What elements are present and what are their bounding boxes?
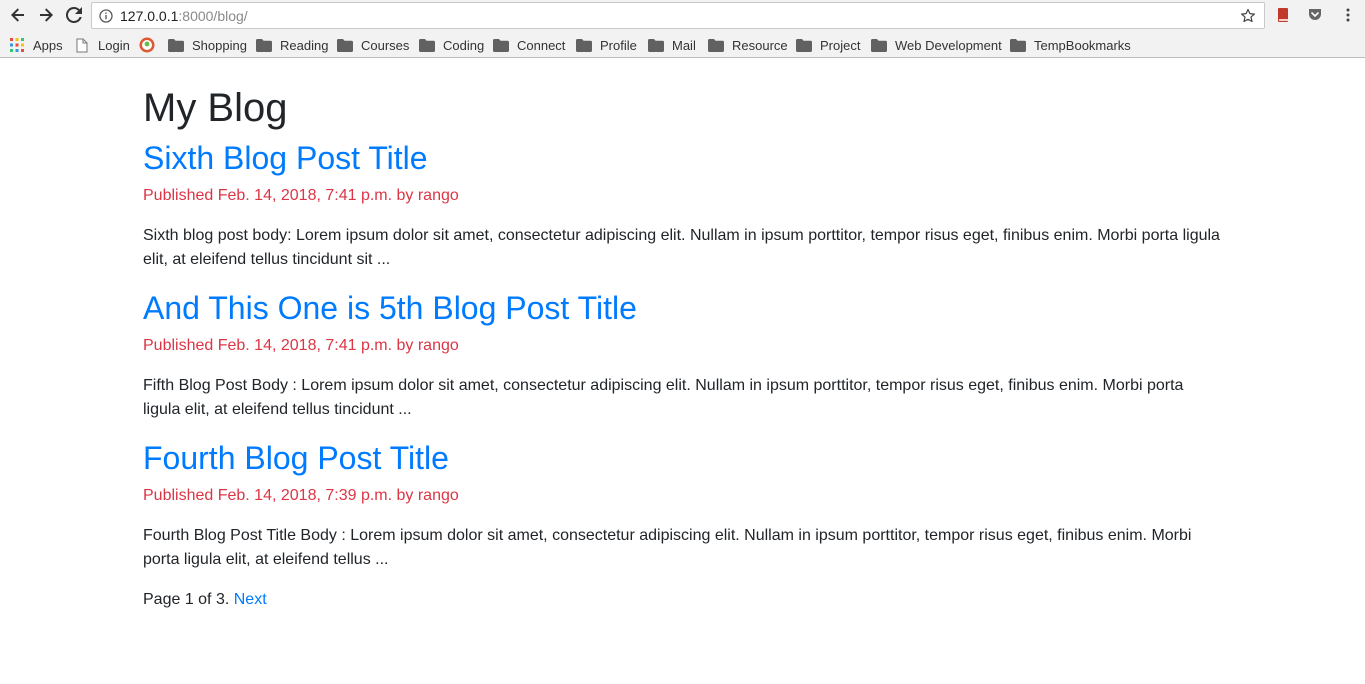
post-title-link[interactable]: And This One is 5th Blog Post Title — [143, 288, 637, 328]
url-host: 127.0.0.1 — [120, 7, 179, 24]
bookmark-folder-reading[interactable]: Reading — [256, 35, 328, 55]
bookmark-folder-shopping[interactable]: Shopping — [168, 35, 247, 55]
bookmark-label: Mail — [672, 37, 696, 53]
bookmark-folder-resource[interactable]: Resource — [708, 35, 788, 55]
bookmark-folder-courses[interactable]: Courses — [337, 35, 409, 55]
url-path: :8000/blog/ — [178, 7, 248, 24]
bookmark-apps[interactable]: Apps — [9, 35, 63, 55]
bookmark-folder-coding[interactable]: Coding — [419, 35, 484, 55]
address-bar[interactable]: 127.0.0.1:8000/blog/ — [91, 2, 1265, 29]
info-icon[interactable] — [92, 3, 120, 28]
forward-arrow-icon — [40, 8, 53, 22]
post-meta: Published Feb. 14, 2018, 7:41 p.m. by ra… — [143, 337, 459, 354]
reload-button[interactable] — [62, 4, 86, 26]
post-body: Sixth blog post body: Lorem ipsum dolor … — [143, 227, 1220, 268]
bookmark-folder-profile[interactable]: Profile — [576, 35, 637, 55]
pagination: Page 1 of 3. Next — [143, 590, 267, 610]
bookmark-label: Coding — [443, 37, 485, 53]
folder-icon — [337, 37, 353, 53]
folder-icon — [168, 37, 184, 53]
bookmark-label: Web Development — [895, 37, 1002, 53]
folder-icon — [419, 37, 435, 53]
post-meta: Published Feb. 14, 2018, 7:41 p.m. by ra… — [143, 187, 459, 204]
bookmark-login[interactable]: Login — [74, 35, 130, 55]
apps-grid-icon — [9, 37, 25, 53]
bookmark-label: Project — [820, 37, 861, 53]
folder-icon — [493, 37, 509, 53]
reload-icon — [66, 7, 82, 23]
next-page-link[interactable]: Next — [234, 591, 267, 608]
duckduckgo-icon — [139, 37, 155, 53]
menu-kebab-icon[interactable] — [1338, 5, 1358, 25]
bookmark-label: Profile — [600, 37, 637, 53]
post-meta: Published Feb. 14, 2018, 7:39 p.m. by ra… — [143, 487, 459, 504]
bookmark-label: Apps — [33, 37, 63, 53]
bookmark-folder-web-development[interactable]: Web Development — [871, 35, 1002, 55]
back-button[interactable] — [6, 4, 30, 26]
bookmark-folder-connect[interactable]: Connect — [493, 35, 565, 55]
bookmark-label: Connect — [517, 37, 566, 53]
pagination-status: Page 1 of 3. — [143, 591, 230, 608]
bookmark-folder-project[interactable]: Project — [796, 35, 860, 55]
url-text[interactable]: 127.0.0.1:8000/blog/ — [120, 8, 248, 24]
post-body: Fifth Blog Post Body : Lorem ipsum dolor… — [143, 377, 1184, 418]
browser-toolbar: 127.0.0.1:8000/blog/ — [0, 0, 1365, 31]
post-title-link[interactable]: Fourth Blog Post Title — [143, 438, 449, 478]
bookmark-label: Login — [98, 37, 130, 53]
page-icon — [74, 37, 90, 53]
bookmark-label: TempBookmarks — [1034, 37, 1131, 53]
folder-icon — [1010, 37, 1026, 53]
folder-icon — [256, 37, 272, 53]
bookmark-label: Resource — [732, 37, 788, 53]
forward-button[interactable] — [34, 4, 58, 26]
bookmark-folder-tempbookmarks[interactable]: TempBookmarks — [1010, 35, 1131, 55]
pocket-icon[interactable] — [1305, 5, 1325, 25]
back-arrow-icon — [11, 8, 24, 22]
folder-icon — [871, 37, 887, 53]
bookmark-label: Shopping — [192, 37, 247, 53]
folder-icon — [648, 37, 664, 53]
post-title-link[interactable]: Sixth Blog Post Title — [143, 138, 428, 178]
bookmark-duckduckgo[interactable] — [139, 35, 163, 55]
bookmark-folder-mail[interactable]: Mail — [648, 35, 696, 55]
post-body: Fourth Blog Post Title Body : Lorem ipsu… — [143, 527, 1192, 568]
bookmarks-bar: Apps Login Shopping Reading Courses Codi… — [0, 31, 1365, 58]
bookmark-label: Reading — [280, 37, 329, 53]
folder-icon — [796, 37, 812, 53]
bookmark-star-icon[interactable] — [1238, 6, 1258, 26]
folder-icon — [576, 37, 592, 53]
bookmark-label: Courses — [361, 37, 410, 53]
folder-icon — [708, 37, 724, 53]
page-title: My Blog — [143, 86, 288, 130]
extension-book-icon[interactable] — [1273, 5, 1293, 25]
